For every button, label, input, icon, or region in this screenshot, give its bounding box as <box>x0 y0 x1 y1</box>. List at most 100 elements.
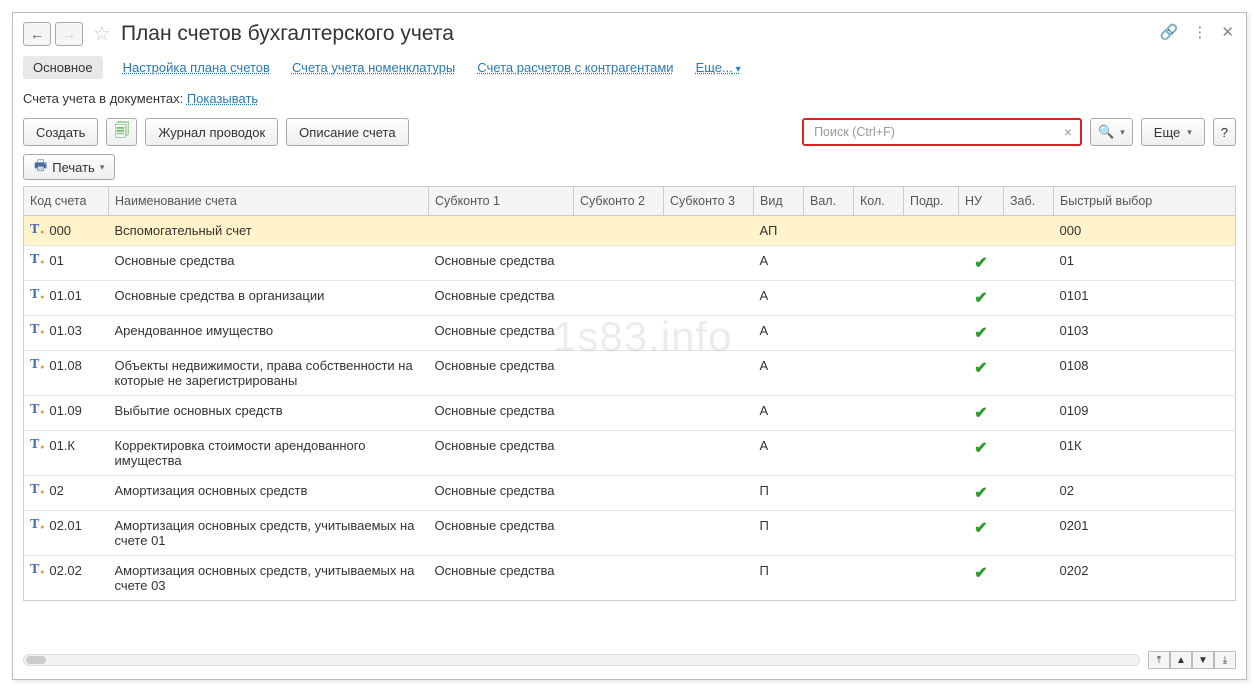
cell-dept <box>904 281 959 316</box>
table-row[interactable]: T 02 Амортизация основных средствОсновные … <box>24 476 1236 511</box>
tab-plan-settings[interactable]: Настройка плана счетов <box>121 56 272 79</box>
tab-more[interactable]: Еще... <box>694 56 743 79</box>
cell-name: Амортизация основных средств <box>109 476 429 511</box>
cell-sub3 <box>664 316 754 351</box>
cell-quick: 0201 <box>1054 511 1236 556</box>
cell-val <box>804 556 854 601</box>
col-dept[interactable]: Подр. <box>904 187 959 216</box>
cell-qty <box>854 281 904 316</box>
table-row[interactable]: T01.ККорректировка стоимости арендованно… <box>24 431 1236 476</box>
cell-dept <box>904 316 959 351</box>
cell-sub1: Основные средства <box>429 476 574 511</box>
cell-code: 01.К <box>49 438 75 453</box>
table-row[interactable]: T01.09Выбытие основных средствОсновные с… <box>24 396 1236 431</box>
cell-zab <box>1004 246 1054 281</box>
nav-back-button[interactable]: ← <box>23 22 51 46</box>
table-row[interactable]: T01.03Арендованное имуществоОсновные сре… <box>24 316 1236 351</box>
cell-code: 02.01 <box>49 518 82 533</box>
account-type-icon: T <box>30 483 39 497</box>
print-button[interactable]: 🖶 Печать ▾ <box>23 154 115 180</box>
search-clear-icon[interactable]: × <box>1060 124 1076 140</box>
search-icon: 🔍 <box>1098 124 1114 140</box>
kebab-menu-icon[interactable]: ⋮ <box>1192 23 1207 41</box>
col-quick[interactable]: Быстрый выбор <box>1054 187 1236 216</box>
cell-qty <box>854 556 904 601</box>
cell-type: АП <box>754 216 804 246</box>
cell-type: А <box>754 396 804 431</box>
cell-quick: 02 <box>1054 476 1236 511</box>
doc-accounts-show-link[interactable]: Показывать <box>187 91 258 106</box>
printer-icon: 🖶 <box>34 155 47 179</box>
col-name[interactable]: Наименование счета <box>109 187 429 216</box>
check-icon: ✔ <box>974 565 987 582</box>
cell-val <box>804 351 854 396</box>
search-input[interactable] <box>812 124 1060 140</box>
cell-sub2 <box>574 476 664 511</box>
cell-quick: 0202 <box>1054 556 1236 601</box>
table-row[interactable]: T000Вспомогательный счетАП000 <box>24 216 1236 246</box>
horizontal-scrollbar[interactable] <box>23 654 1140 666</box>
cell-sub3 <box>664 281 754 316</box>
col-code[interactable]: Код счета <box>24 187 109 216</box>
cell-dept <box>904 556 959 601</box>
cell-qty <box>854 511 904 556</box>
cell-sub1: Основные средства <box>429 246 574 281</box>
account-type-icon: T <box>30 323 39 337</box>
account-type-icon: T <box>30 403 39 417</box>
help-button[interactable]: ? <box>1213 118 1236 146</box>
check-icon: ✔ <box>974 255 987 272</box>
scroll-down-button[interactable]: ▼ <box>1192 651 1214 669</box>
search-dropdown-button[interactable]: 🔍▾ <box>1090 118 1133 146</box>
cell-qty <box>854 216 904 246</box>
cell-quick: 01 <box>1054 246 1236 281</box>
col-type[interactable]: Вид <box>754 187 804 216</box>
nav-forward-button[interactable]: → <box>55 22 83 46</box>
cell-dept <box>904 351 959 396</box>
cell-nu: ✔ <box>959 476 1004 511</box>
cell-quick: 000 <box>1054 216 1236 246</box>
col-nu[interactable]: НУ <box>959 187 1004 216</box>
table-row[interactable]: T01Основные средстваОсновные средстваА✔0… <box>24 246 1236 281</box>
search-field[interactable]: × <box>802 118 1082 146</box>
table-row[interactable]: T01.01Основные средства в организацииОсн… <box>24 281 1236 316</box>
scroll-up-button[interactable]: ▲ <box>1170 651 1192 669</box>
cell-qty <box>854 431 904 476</box>
col-qty[interactable]: Кол. <box>854 187 904 216</box>
table-row[interactable]: T02.02Амортизация основных средств, учит… <box>24 556 1236 601</box>
cell-qty <box>854 476 904 511</box>
close-icon[interactable]: ✕ <box>1221 23 1234 41</box>
create-button[interactable]: Создать <box>23 118 98 146</box>
cell-sub3 <box>664 216 754 246</box>
link-icon[interactable]: 🔗 <box>1160 23 1179 41</box>
col-sub3[interactable]: Субконто 3 <box>664 187 754 216</box>
cell-name: Объекты недвижимости, права собственност… <box>109 351 429 396</box>
col-val[interactable]: Вал. <box>804 187 854 216</box>
tab-contractors[interactable]: Счета расчетов с контрагентами <box>475 56 675 79</box>
cell-val <box>804 511 854 556</box>
scroll-first-button[interactable]: ⤒ <box>1148 651 1170 669</box>
cell-qty <box>854 316 904 351</box>
cell-zab <box>1004 281 1054 316</box>
cell-sub1: Основные средства <box>429 511 574 556</box>
journal-button[interactable]: Журнал проводок <box>145 118 278 146</box>
table-row[interactable]: T01.08Объекты недвижимости, права собств… <box>24 351 1236 396</box>
cell-val <box>804 476 854 511</box>
account-description-button[interactable]: Описание счета <box>286 118 408 146</box>
cell-type: А <box>754 246 804 281</box>
cell-zab <box>1004 351 1054 396</box>
favorite-star-icon[interactable]: ☆ <box>93 21 111 46</box>
copy-button[interactable]: 🗐 <box>106 118 137 146</box>
more-actions-button[interactable]: Еще▾ <box>1141 118 1205 146</box>
account-type-icon: T <box>30 253 39 267</box>
tab-main[interactable]: Основное <box>23 56 103 79</box>
col-sub1[interactable]: Субконто 1 <box>429 187 574 216</box>
col-sub2[interactable]: Субконто 2 <box>574 187 664 216</box>
cell-val <box>804 246 854 281</box>
scroll-last-button[interactable]: ⤓ <box>1214 651 1236 669</box>
tab-nomenclature[interactable]: Счета учета номенклатуры <box>290 56 457 79</box>
check-icon: ✔ <box>974 325 987 342</box>
cell-dept <box>904 431 959 476</box>
col-zab[interactable]: Заб. <box>1004 187 1054 216</box>
copy-icon: 🗐 <box>114 120 129 145</box>
table-row[interactable]: T02.01Амортизация основных средств, учит… <box>24 511 1236 556</box>
